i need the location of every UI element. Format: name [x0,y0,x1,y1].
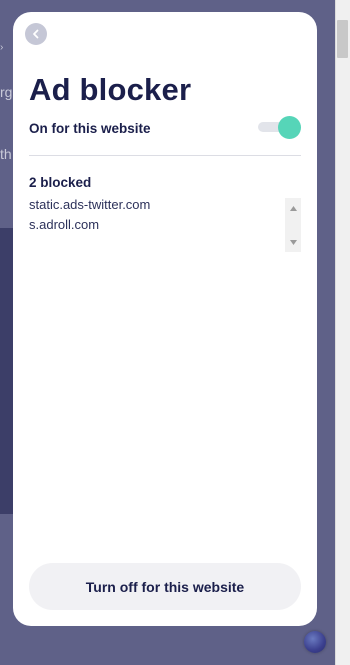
scroll-down-button[interactable] [285,234,301,250]
back-button[interactable] [25,23,47,45]
turn-off-button[interactable]: Turn off for this website [29,563,301,610]
chevron-left-icon [33,29,39,39]
toggle-knob [278,116,301,139]
status-label: On for this website [29,121,151,136]
panel-title: Ad blocker [29,72,192,107]
scroll-up-button[interactable] [285,200,301,216]
blocked-list: static.ads-twitter.com s.adroll.com [29,198,283,238]
ad-blocker-panel: Ad blocker On for this website 2 blocked… [13,12,317,626]
blocked-list-box: static.ads-twitter.com s.adroll.com [29,198,301,252]
page-scrollbar[interactable] [335,0,350,665]
blocked-domain: s.adroll.com [29,217,100,232]
divider [29,155,301,156]
background-text-fragment: th [0,146,12,162]
triangle-up-icon [289,205,297,211]
triangle-down-icon [289,239,297,245]
background-text-fragment: › [0,42,4,53]
page-scrollbar-thumb[interactable] [337,20,348,58]
background-page-panel [0,228,13,514]
blocked-count: 2 blocked [29,175,92,190]
blocked-domain: static.ads-twitter.com [29,198,151,212]
background-text-fragment: rg [0,84,13,100]
list-scrollbar[interactable] [285,198,301,252]
floating-action-orb[interactable] [304,631,326,653]
ad-blocker-toggle[interactable] [258,114,302,140]
